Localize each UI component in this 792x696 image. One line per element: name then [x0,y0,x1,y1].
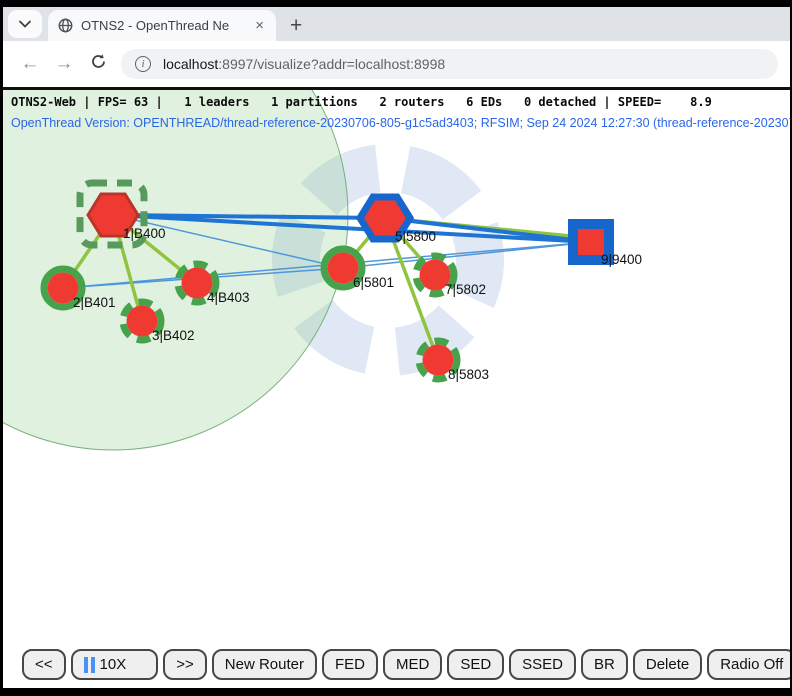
toolbar-button-fed[interactable]: FED [322,649,378,680]
node-label: 4|B403 [207,290,250,305]
new-tab-button[interactable]: + [290,15,302,36]
node-label: 9|9400 [601,252,642,267]
toolbar-button-step-forward[interactable]: >> [163,649,207,680]
address-bar: ← → i localhost:8997/visualize?addr=loca… [3,41,790,87]
node-label: 2|B401 [73,295,116,310]
tab-search-button[interactable] [8,10,42,38]
toolbar-button-sed[interactable]: SED [447,649,504,680]
pause-icon [84,657,95,673]
url-bar[interactable]: i localhost:8997/visualize?addr=localhos… [121,49,778,79]
reload-icon[interactable] [81,53,115,76]
browser-window: OTNS2 - OpenThread Ne × + ← → i localhos… [0,0,792,696]
tab-otns2[interactable]: OTNS2 - OpenThread Ne × [48,10,276,41]
node-6-5801[interactable]: 6|5801 [324,249,394,290]
toolbar-button-label: New Router [225,656,304,673]
url-text[interactable]: localhost:8997/visualize?addr=localhost:… [163,56,445,72]
toolbar-button-label: BR [594,656,615,673]
globe-icon [58,18,73,33]
toolbar-button-label: Delete [646,656,689,673]
toolbar-button-ssed[interactable]: SSED [509,649,576,680]
toolbar-button-label: FED [335,656,365,673]
node-label: 7|5802 [445,282,486,297]
toolbar-button-delete[interactable]: Delete [633,649,702,680]
toolbar-button-label: SSED [522,656,563,673]
tab-title: OTNS2 - OpenThread Ne [81,18,251,33]
simulation-canvas[interactable]: 1|B400 2|B401 3|B402 4|B403 5|5800 6|5801 7|58… [3,87,790,685]
page-info-icon[interactable]: i [135,56,151,72]
node-label: 3|B402 [152,328,195,343]
network-graph: 1|B400 2|B401 3|B402 4|B403 5|5800 6|5801 7|58… [3,90,790,685]
toolbar-button-label: 10X [100,656,127,673]
tab-close-icon[interactable]: × [251,18,268,33]
forward-icon[interactable]: → [47,53,81,75]
toolbar-button-med[interactable]: MED [383,649,442,680]
toolbar-button-label: << [35,656,53,673]
back-icon[interactable]: ← [13,53,47,75]
url-host: localhost [163,56,218,72]
chevron-down-icon [19,20,31,28]
toolbar: << 10X >> New Router FED MED SED SSED BR Delete Ra… [22,649,790,680]
toolbar-button-new-router[interactable]: New Router [212,649,317,680]
node-label: 6|5801 [353,275,394,290]
tab-strip: OTNS2 - OpenThread Ne × + [3,7,790,41]
toolbar-button-label: MED [396,656,429,673]
node-label: 5|5800 [395,229,436,244]
node-label: 1|B400 [123,226,166,241]
url-path: :8997/visualize?addr=localhost:8998 [218,56,445,72]
node-label: 8|5803 [448,367,489,382]
toolbar-button-label: SED [460,656,491,673]
node-9-9400[interactable]: 9|9400 [573,224,642,267]
toolbar-button-speed[interactable]: 10X [71,649,159,680]
toolbar-button-step-back[interactable]: << [22,649,66,680]
toolbar-button-label: >> [176,656,194,673]
toolbar-button-br[interactable]: BR [581,649,628,680]
toolbar-button-radio-off[interactable]: Radio Off [707,649,790,680]
browser-inner: OTNS2 - OpenThread Ne × + ← → i localhos… [3,7,790,688]
toolbar-button-label: Radio Off [720,656,783,673]
